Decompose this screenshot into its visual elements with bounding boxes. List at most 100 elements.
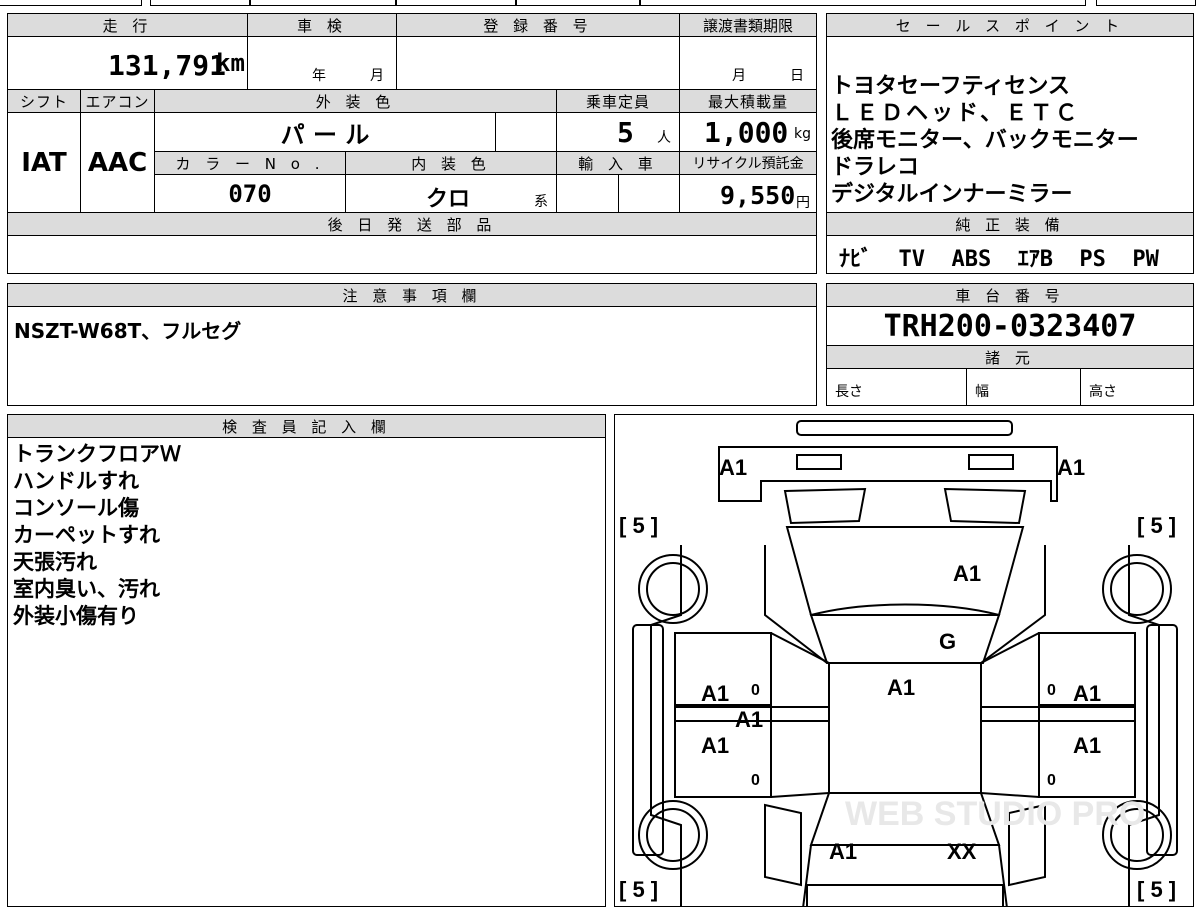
mark-left-mid: A1 [735,707,763,732]
specs-header: 諸 元 [826,345,1194,369]
sales-point-item: ドラレコ [831,155,920,180]
inspection-header: 車 検 [247,13,397,37]
zero-mark: 0 [751,682,760,699]
inspector-item: 室内臭い、汚れ [13,577,160,601]
capacity-header: 乗車定員 [556,89,680,113]
inspector-body: トランクフロアＷ ハンドルすれ コンソール傷 カーペットすれ 天張汚れ 室内臭い… [7,437,606,907]
genuine-equipment-cell: ﾅﾋﾞ TV ABS ｴｱB PS PW [826,235,1194,274]
import-cell-a [556,174,619,213]
mark-right-rear-door: A1 [1073,733,1101,758]
mileage-header: 走 行 [7,13,248,37]
zero-mark: 0 [751,772,760,789]
tire-mark-front-right: [ 5 ] [1137,513,1176,538]
zero-mark: 0 [1047,682,1056,699]
tire-mark-rear-left: [ 5 ] [619,877,658,902]
capacity-value: 5 [617,116,634,149]
inspection-month: 月 [370,68,384,84]
recycle-cell: 9,550 円 [679,174,817,213]
mileage-value: 131,791 [108,49,227,82]
car-outline [632,420,1178,906]
mark-rear-left: A1 [829,839,857,864]
spec-width-label: 幅 [975,384,989,400]
mileage-unit: km [216,49,245,77]
inspector-item: 天張汚れ [13,550,97,574]
notes-body: NSZT-W68T、フルセグ [7,306,817,406]
inspector-item: トランクフロアＷ [13,442,181,466]
mark-top-right: A1 [1057,455,1085,480]
interior-color-value: クロ [426,187,471,212]
mileage-cell: 131,791 km [7,36,248,90]
registration-header: 登 録 番 号 [396,13,680,37]
color-no-header: カ ラ ー N o . [154,151,346,175]
registration-cell [396,36,680,90]
inspector-item: カーペットすれ [13,523,160,547]
mark-right-front-door: A1 [1073,681,1101,706]
mark-top-left: A1 [719,455,747,480]
max-load-cell: 1,000 kg [679,112,817,152]
sales-point-item: デジタルインナーミラー [831,182,1073,207]
color-no-value: 070 [154,174,346,213]
exterior-color-header: 外 装 色 [154,89,557,113]
deadline-cell: 月 日 [679,36,817,90]
inspector-list: トランクフロアＷ ハンドルすれ コンソール傷 カーペットすれ 天張汚れ 室内臭い… [13,441,181,630]
sales-point-item: 後席モニター、バックモニター [831,128,1139,153]
recycle-header: リサイクル預託金 [679,151,817,175]
deadline-day: 日 [790,68,804,84]
sales-point-header: セ ー ル ス ポ イ ン ト [826,13,1194,37]
mark-rear-right: XX [947,839,977,864]
max-load-value: 1,000 [704,116,789,149]
sales-point-list: トヨタセーフティセンス ＬＥＤヘッド、ＥＴＣ 後席モニター、バックモニター ドラ… [831,73,1139,208]
mark-windshield: A1 [953,561,981,586]
aircon-value: AAC [80,112,155,213]
mark-left-front-door: A1 [701,681,729,706]
spec-length-label: 長さ [835,384,863,400]
capacity-cell: 5 人 [556,112,680,152]
mark-roof-front: G [939,629,956,654]
inspector-item: コンソール傷 [13,496,139,520]
inspector-item: 外装小傷有り [13,604,139,628]
inspector-item: ハンドルすれ [13,469,139,493]
mark-roof: A1 [887,675,915,700]
recycle-value: 9,550 [720,181,796,210]
inspection-cell: 年 月 [247,36,397,90]
exterior-color-extra [495,112,557,152]
spec-height-cell: 高さ [1080,368,1194,406]
spec-height-label: 高さ [1089,384,1117,400]
tire-mark-rear-right: [ 5 ] [1137,877,1176,902]
zero-mark: 0 [1047,772,1056,789]
chassis-header: 車 台 番 号 [826,283,1194,307]
import-cell-b [618,174,680,213]
watermark: WEB STUDIO PRO [845,795,1145,833]
mark-left-rear-door: A1 [701,733,729,758]
chassis-value: TRH200-0323407 [826,306,1194,346]
interior-color-header: 内 装 色 [345,151,557,175]
car-diagram-svg: A1 A1 A1 G A1 A1 A1 A1 A1 A1 A1 XX 0 0 0… [619,420,1178,906]
aircon-header: エアコン [80,89,155,113]
capacity-unit: 人 [657,130,671,146]
genuine-equipment-value: ﾅﾋﾞ TV ABS ｴｱB PS PW [839,247,1159,272]
sales-point-body: トヨタセーフティセンス ＬＥＤヘッド、ＥＴＣ 後席モニター、バックモニター ドラ… [826,36,1194,213]
notes-header: 注 意 事 項 欄 [7,283,817,307]
sales-point-item: トヨタセーフティセンス [831,74,1070,99]
interior-color-suffix: 系 [534,194,548,210]
inspection-year: 年 [312,68,326,84]
exterior-color-value: パ ー ル [154,112,496,152]
top-strip [0,0,1200,8]
spec-length-cell: 長さ [826,368,967,406]
later-parts-cell [7,235,817,274]
interior-color-cell: クロ 系 [345,174,557,213]
import-header: 輸 入 車 [556,151,680,175]
spec-width-cell: 幅 [966,368,1081,406]
shift-value: IAT [7,112,81,213]
genuine-equipment-header: 純 正 装 備 [826,212,1194,236]
recycle-unit: 円 [796,195,810,211]
tire-mark-front-left: [ 5 ] [619,513,658,538]
shift-header: シフト [7,89,81,113]
deadline-month: 月 [732,68,746,84]
deadline-header: 譲渡書類期限 [679,13,817,37]
max-load-header: 最大積載量 [679,89,817,113]
sales-point-item: ＬＥＤヘッド、ＥＴＣ [831,101,1081,126]
inspector-header: 検 査 員 記 入 欄 [7,414,606,438]
max-load-unit: kg [794,126,811,142]
car-diagram: A1 A1 A1 G A1 A1 A1 A1 A1 A1 A1 XX 0 0 0… [614,414,1194,907]
